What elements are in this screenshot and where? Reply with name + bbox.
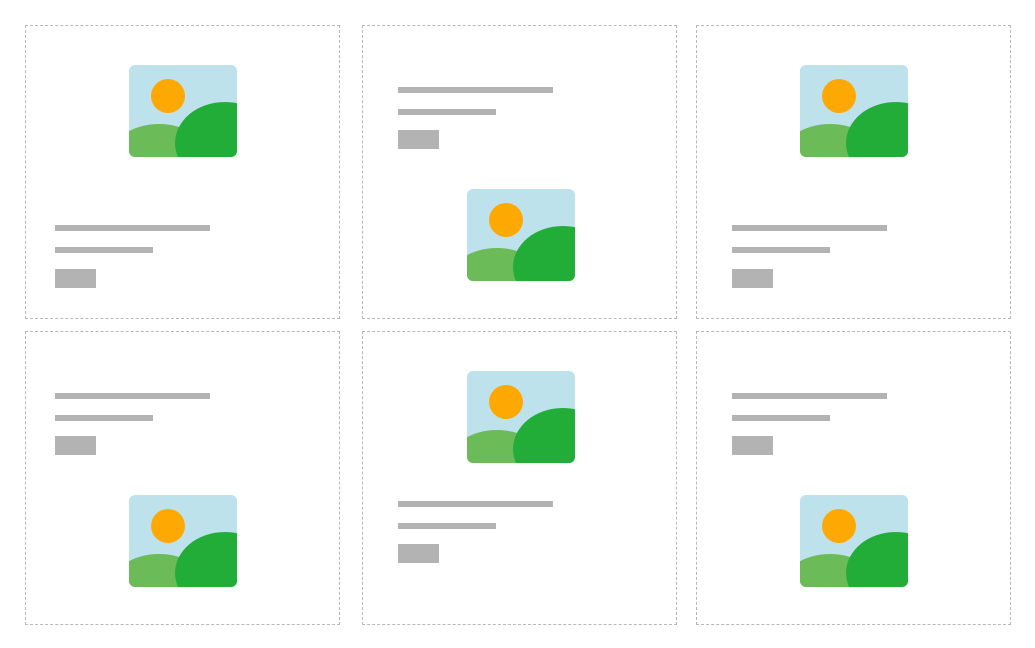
text-placeholder-line [398, 87, 553, 93]
text-placeholder-line [732, 247, 830, 253]
landscape-image-icon [800, 495, 908, 587]
button-placeholder [398, 544, 439, 563]
button-placeholder [732, 436, 773, 455]
text-placeholder-line [55, 415, 153, 421]
landscape-image-icon [129, 65, 237, 157]
text-placeholder-line [732, 225, 887, 231]
text-placeholder-line [55, 225, 210, 231]
text-placeholder-line [398, 523, 496, 529]
landscape-image-icon [129, 495, 237, 587]
text-placeholder-line [55, 393, 210, 399]
card-4 [25, 331, 340, 625]
button-placeholder [55, 269, 96, 288]
button-placeholder [732, 269, 773, 288]
landscape-image-icon [467, 189, 575, 281]
card-5 [362, 331, 677, 625]
button-placeholder [398, 130, 439, 149]
landscape-image-icon [467, 371, 575, 463]
text-placeholder-line [732, 415, 830, 421]
landscape-image-icon [800, 65, 908, 157]
text-placeholder-line [398, 501, 553, 507]
text-placeholder-line [55, 247, 153, 253]
text-placeholder-line [398, 109, 496, 115]
card-3 [696, 25, 1011, 319]
card-2 [362, 25, 677, 319]
card-1 [25, 25, 340, 319]
button-placeholder [55, 436, 96, 455]
card-6 [696, 331, 1011, 625]
text-placeholder-line [732, 393, 887, 399]
